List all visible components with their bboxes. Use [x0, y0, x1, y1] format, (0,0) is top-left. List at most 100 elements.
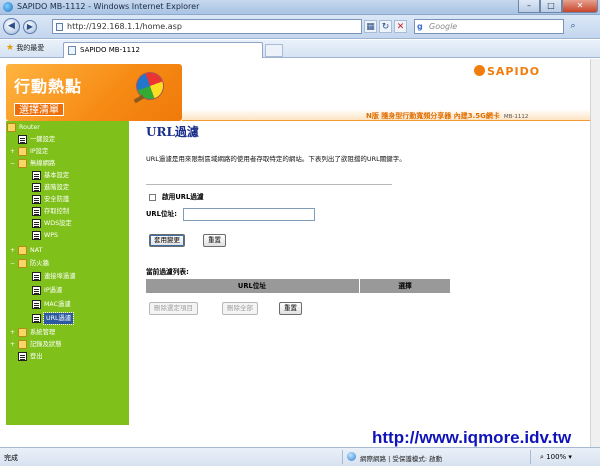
search-icon[interactable]: ⌕: [566, 20, 580, 33]
url-address-input[interactable]: [183, 208, 315, 221]
sidebar-item-label: 登出: [30, 353, 43, 360]
maximize-button[interactable]: □: [540, 0, 562, 13]
folder-icon: [18, 328, 27, 337]
folder-open-icon: [18, 159, 27, 168]
sidebar-item-label: WPS: [44, 232, 59, 239]
router-icon: [7, 123, 16, 132]
google-icon: g: [417, 22, 423, 31]
sidebar-item-label: 基本設定: [44, 172, 70, 179]
collapse-icon[interactable]: −: [10, 261, 15, 267]
enable-url-filter-checkbox[interactable]: [149, 194, 156, 201]
url-address-label: URL位址:: [146, 210, 177, 218]
status-bar: 完成 網際網路 | 受保護模式: 啟動 ⌕ 100% ▾: [0, 447, 600, 466]
zoom-level[interactable]: ⌕ 100% ▾: [540, 453, 572, 462]
filter-list-title: 當前過濾列表:: [146, 268, 189, 276]
product-name: N版 隨身型行動寬頻分享器 內建3.5G網卡: [366, 112, 500, 120]
status-divider: [530, 450, 531, 464]
tab-title: SAPIDO MB-1112: [80, 46, 140, 54]
collapse-icon[interactable]: −: [10, 161, 15, 167]
status-divider: [342, 450, 343, 464]
reset-button[interactable]: 重置: [203, 234, 226, 247]
sidebar-item-label: 進階設定: [44, 184, 70, 191]
window-title: SAPIDO MB-1112 - Windows Internet Explor…: [17, 2, 200, 11]
page-icon: [18, 352, 27, 361]
folder-icon: [18, 340, 27, 349]
sidebar-item-label: 存取控制: [44, 208, 70, 215]
page-icon: [32, 171, 41, 180]
folder-open-icon: [18, 259, 27, 268]
sidebar-item-label: 系統管理: [30, 329, 56, 336]
page-icon: [32, 300, 41, 309]
expand-icon[interactable]: +: [10, 149, 15, 155]
sidebar-item-label: IP過濾: [44, 287, 63, 294]
product-description: N版 隨身型行動寬頻分享器 內建3.5G網卡 MB-1112: [366, 111, 528, 121]
brand-title: 行動熱點: [14, 77, 83, 96]
sidebar-item-label: 連接埠過濾: [44, 273, 76, 280]
apply-changes-button[interactable]: 套用變更: [149, 234, 185, 247]
tab-sapido[interactable]: SAPIDO MB-1112: [63, 42, 263, 58]
sidebar-item-label: 安全防護: [44, 196, 70, 203]
delete-all-button[interactable]: 刪除全部: [222, 302, 258, 315]
page-icon: [32, 272, 41, 281]
page-icon: [32, 183, 41, 192]
column-header-select: 選擇: [359, 279, 450, 293]
folder-icon: [18, 147, 27, 156]
page-icon: [32, 286, 41, 295]
favorites-label: 我的最愛: [16, 44, 45, 52]
sidebar-item-label: 防火牆: [30, 260, 49, 267]
sapido-logo-icon: [474, 65, 485, 76]
window-controls: – □ ✕: [518, 0, 598, 14]
address-text: http://192.168.1.1/home.asp: [67, 22, 182, 31]
star-icon: ★: [6, 43, 15, 53]
stop-icon[interactable]: ✕: [394, 20, 407, 33]
address-bar[interactable]: http://192.168.1.1/home.asp: [52, 19, 362, 34]
page-icon: [32, 219, 41, 228]
internet-zone-icon: [347, 452, 356, 461]
search-input[interactable]: g Google: [414, 19, 564, 34]
tab-bar: ★ 我的最愛 SAPIDO MB-1112: [0, 40, 600, 58]
search-placeholder: Google: [429, 22, 458, 31]
page-icon: [32, 231, 41, 240]
status-text: 完成: [4, 454, 18, 462]
page-icon: [32, 195, 41, 204]
vertical-scrollbar[interactable]: [590, 59, 600, 447]
page-icon: [18, 135, 27, 144]
sidebar-root-label: Router: [19, 124, 40, 131]
expand-icon[interactable]: +: [10, 342, 15, 348]
router-page: 行動熱點 選擇清單 SAPIDO N版 隨身型行動寬頻分享器 內建3.5G網卡 M…: [0, 59, 590, 447]
reset-list-button[interactable]: 重置: [279, 302, 302, 315]
zoom-value: 100%: [546, 453, 567, 461]
security-zone[interactable]: 網際網路 | 受保護模式: 啟動: [360, 453, 442, 463]
new-tab-button[interactable]: [265, 44, 283, 57]
watermark-url: http://www.iqmore.idv.tw: [372, 428, 572, 447]
sidebar-item-label: URL過濾: [42, 312, 75, 325]
expand-icon[interactable]: +: [10, 330, 15, 336]
forward-button[interactable]: ▶: [23, 20, 37, 34]
filter-table-header: URL位址 選擇: [146, 279, 450, 293]
divider: [146, 184, 392, 185]
sidebar-item-label: IP設定: [30, 148, 49, 155]
page-icon: [56, 23, 63, 31]
back-button[interactable]: ◀: [3, 18, 20, 35]
product-model: MB-1112: [503, 114, 529, 120]
sidebar-item-label: MAC過濾: [44, 301, 71, 308]
delete-selected-button[interactable]: 刪除選定項目: [149, 302, 198, 315]
tab-page-icon: [68, 46, 76, 55]
sidebar-item-label: WDS設定: [44, 220, 72, 227]
compatibility-view-icon[interactable]: ▦: [364, 20, 377, 33]
sapido-logo: SAPIDO: [487, 65, 541, 78]
sidebar-item-label: 無線網路: [30, 160, 56, 167]
ie-logo-icon: [3, 2, 13, 12]
refresh-icon[interactable]: ↻: [379, 20, 392, 33]
enable-url-filter-label: 啟用URL過濾: [162, 193, 204, 201]
sidebar-item-label: NAT: [30, 247, 43, 254]
folder-icon: [18, 246, 27, 255]
minimize-button[interactable]: –: [518, 0, 540, 13]
page-title: URL過濾: [146, 125, 199, 139]
page-description: URL過濾是用來限制區域網路的使用者存取特定的網站。下表列出了欲阻擋的URL關鍵…: [146, 155, 406, 163]
close-button[interactable]: ✕: [562, 0, 598, 13]
column-header-url: URL位址: [237, 282, 267, 290]
favorites-button[interactable]: ★ 我的最愛: [6, 43, 44, 53]
sidebar-item-label: 記錄及狀態: [30, 341, 62, 348]
expand-icon[interactable]: +: [10, 248, 15, 254]
